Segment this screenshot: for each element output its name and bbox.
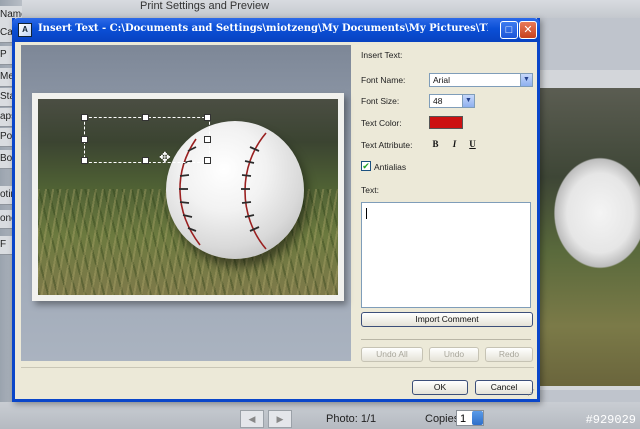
close-button[interactable]: ✕ (519, 21, 537, 39)
text-caret (366, 208, 367, 219)
divider (21, 367, 534, 368)
photo-counter: Photo: 1/1 (326, 413, 377, 425)
font-size-value: 48 (433, 96, 443, 106)
dialog-title: Insert Text - C:\Documents and Settings\… (38, 23, 488, 34)
text-color-label: Text Color: (361, 118, 402, 128)
move-cursor-icon: ✥ (159, 149, 171, 165)
background-title: Print Settings and Preview (140, 0, 270, 12)
photo-frame: ✥ (32, 93, 344, 301)
font-size-label: Font Size: (361, 96, 400, 106)
resize-handle[interactable] (142, 114, 149, 121)
font-size-select[interactable]: 48 ▼ (429, 94, 475, 108)
resize-handle[interactable] (81, 114, 88, 121)
cancel-button[interactable]: Cancel (475, 380, 533, 395)
insert-text-label: Insert Text: (361, 50, 403, 60)
baseball-photo: ✥ (38, 99, 338, 295)
resize-handle[interactable] (81, 157, 88, 164)
background-toolbar: Print Settings and Preview (0, 0, 640, 18)
resize-handle[interactable] (81, 136, 88, 143)
bold-button[interactable]: B (430, 139, 441, 150)
ok-button[interactable]: OK (412, 380, 468, 395)
font-name-value: Arial (433, 75, 451, 85)
watermark: #929029 (585, 413, 636, 427)
resize-handle[interactable] (204, 114, 211, 121)
background-baseball-photo (540, 88, 640, 386)
maximize-button[interactable]: □ (500, 21, 518, 39)
prev-photo-button[interactable]: ◀ (240, 410, 264, 428)
text-input[interactable] (361, 202, 531, 308)
undo-all-button[interactable]: Undo All (361, 347, 423, 362)
resize-grip-icon[interactable]: ⋰ (527, 388, 535, 397)
import-comment-button[interactable]: Import Comment (361, 312, 533, 327)
divider (361, 339, 531, 340)
resize-handle[interactable] (204, 157, 211, 164)
text-color-swatch[interactable] (429, 116, 463, 129)
font-name-select[interactable]: Arial ▼ (429, 73, 533, 87)
text-label: Text: (361, 185, 379, 195)
undo-button[interactable]: Undo (429, 347, 479, 362)
text-selection-box[interactable] (81, 114, 211, 164)
dialog-titlebar[interactable]: A Insert Text - C:\Documents and Setting… (12, 18, 540, 42)
maximize-icon: □ (505, 24, 513, 36)
app-icon: A (18, 23, 32, 37)
resize-handle[interactable] (142, 157, 149, 164)
close-icon: ✕ (523, 24, 533, 36)
insert-text-dialog: A Insert Text - C:\Documents and Setting… (12, 18, 540, 402)
resize-handle[interactable] (204, 136, 211, 143)
text-attribute-label: Text Attribute: (361, 140, 413, 150)
checkmark-icon: ✔ (362, 161, 370, 171)
text-preview-canvas[interactable]: ✥ (21, 45, 351, 361)
next-photo-button[interactable]: ▶ (268, 410, 292, 428)
background-statusbar (0, 402, 640, 429)
copies-spinner[interactable] (472, 411, 483, 425)
font-name-label: Font Name: (361, 75, 406, 85)
chevron-down-icon[interactable]: ▼ (520, 74, 532, 86)
italic-button[interactable]: I (449, 139, 460, 150)
chevron-down-icon[interactable]: ▼ (462, 95, 474, 107)
antialias-label: Antialias (374, 162, 407, 172)
underline-button[interactable]: U (467, 139, 478, 150)
redo-button[interactable]: Redo (485, 347, 533, 362)
antialias-checkbox[interactable]: ✔ (361, 161, 371, 171)
